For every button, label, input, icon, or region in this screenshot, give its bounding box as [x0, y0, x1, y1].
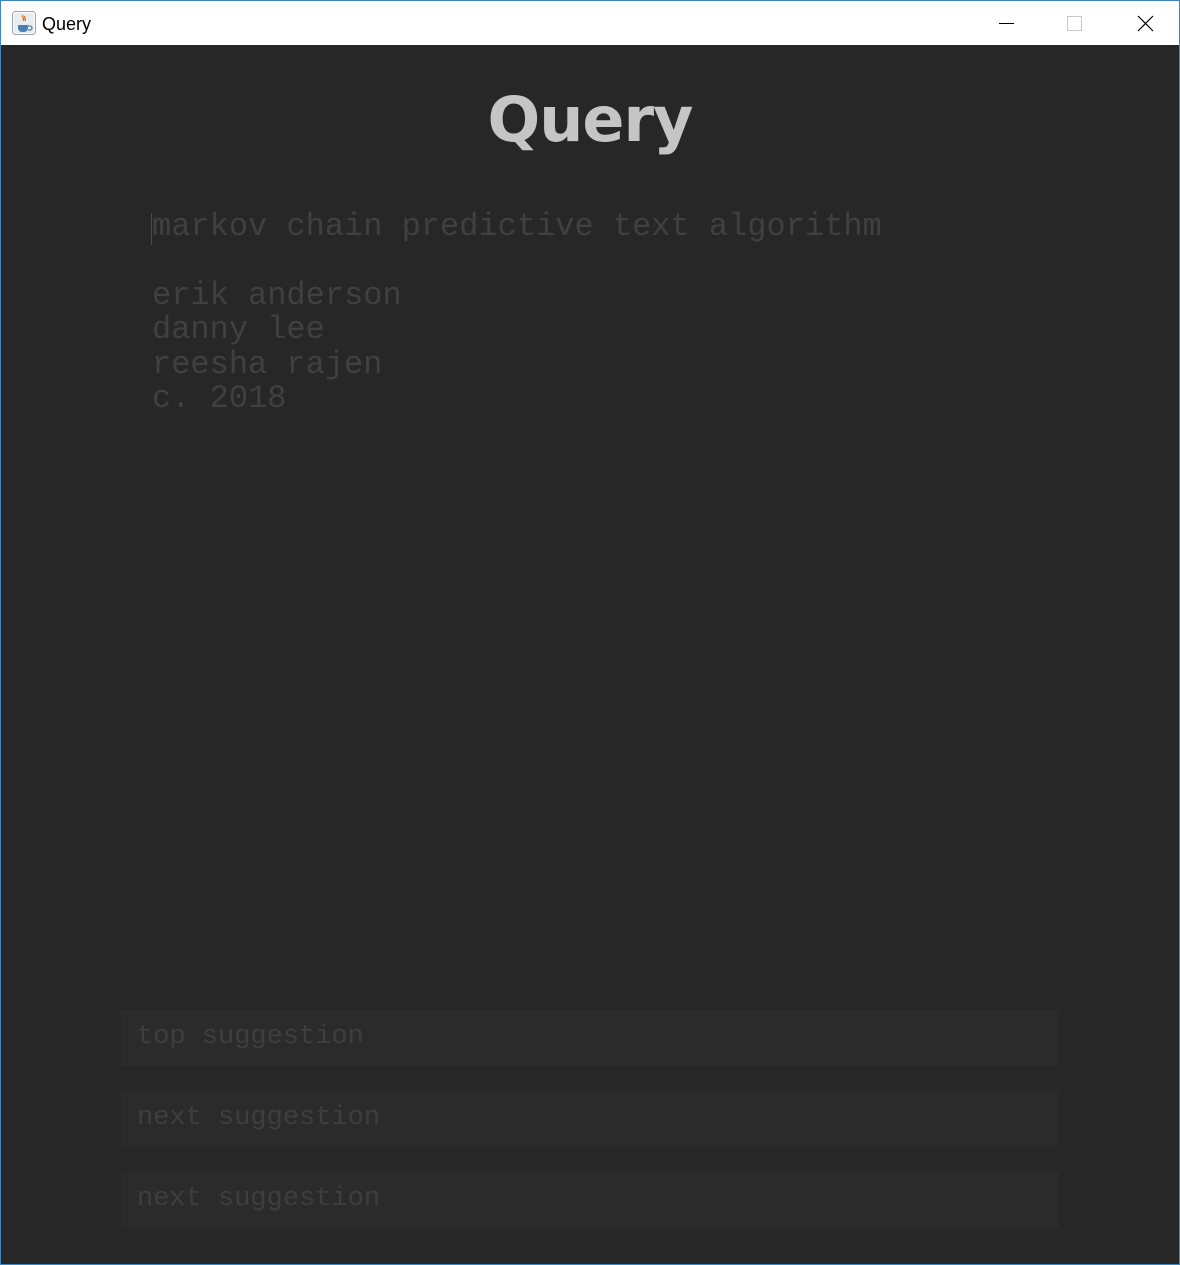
app-window: Query Query markov chain predictive text…	[0, 0, 1180, 1265]
maximize-button[interactable]	[1044, 1, 1104, 45]
query-input-text[interactable]: markov chain predictive text algorithm	[152, 209, 882, 245]
credit-line: danny lee	[152, 311, 325, 348]
maximize-icon	[1067, 16, 1082, 31]
window-title: Query	[42, 14, 92, 34]
suggestion-label: next suggestion	[137, 1184, 381, 1214]
suggestion-label: next suggestion	[137, 1103, 381, 1133]
close-icon	[1137, 15, 1154, 32]
top-suggestion-button[interactable]: top suggestion	[121, 1010, 1059, 1066]
close-button[interactable]	[1115, 1, 1175, 45]
credit-line: erik anderson	[152, 277, 402, 314]
suggestion-label: top suggestion	[137, 1022, 364, 1052]
credit-line: reesha rajen	[152, 346, 383, 383]
main-content: Query markov chain predictive text algor…	[1, 45, 1179, 1264]
title-bar[interactable]: Query	[1, 1, 1179, 45]
next-suggestion-button[interactable]: next suggestion	[121, 1172, 1059, 1228]
next-suggestion-button[interactable]: next suggestion	[121, 1091, 1059, 1147]
java-cup-icon	[12, 11, 36, 35]
minimize-button[interactable]	[976, 1, 1036, 45]
credit-line: c. 2018	[152, 380, 287, 417]
app-heading: Query	[487, 83, 694, 156]
minimize-icon	[999, 23, 1014, 24]
query-text-area[interactable]: markov chain predictive text algorithm e…	[151, 205, 1051, 465]
